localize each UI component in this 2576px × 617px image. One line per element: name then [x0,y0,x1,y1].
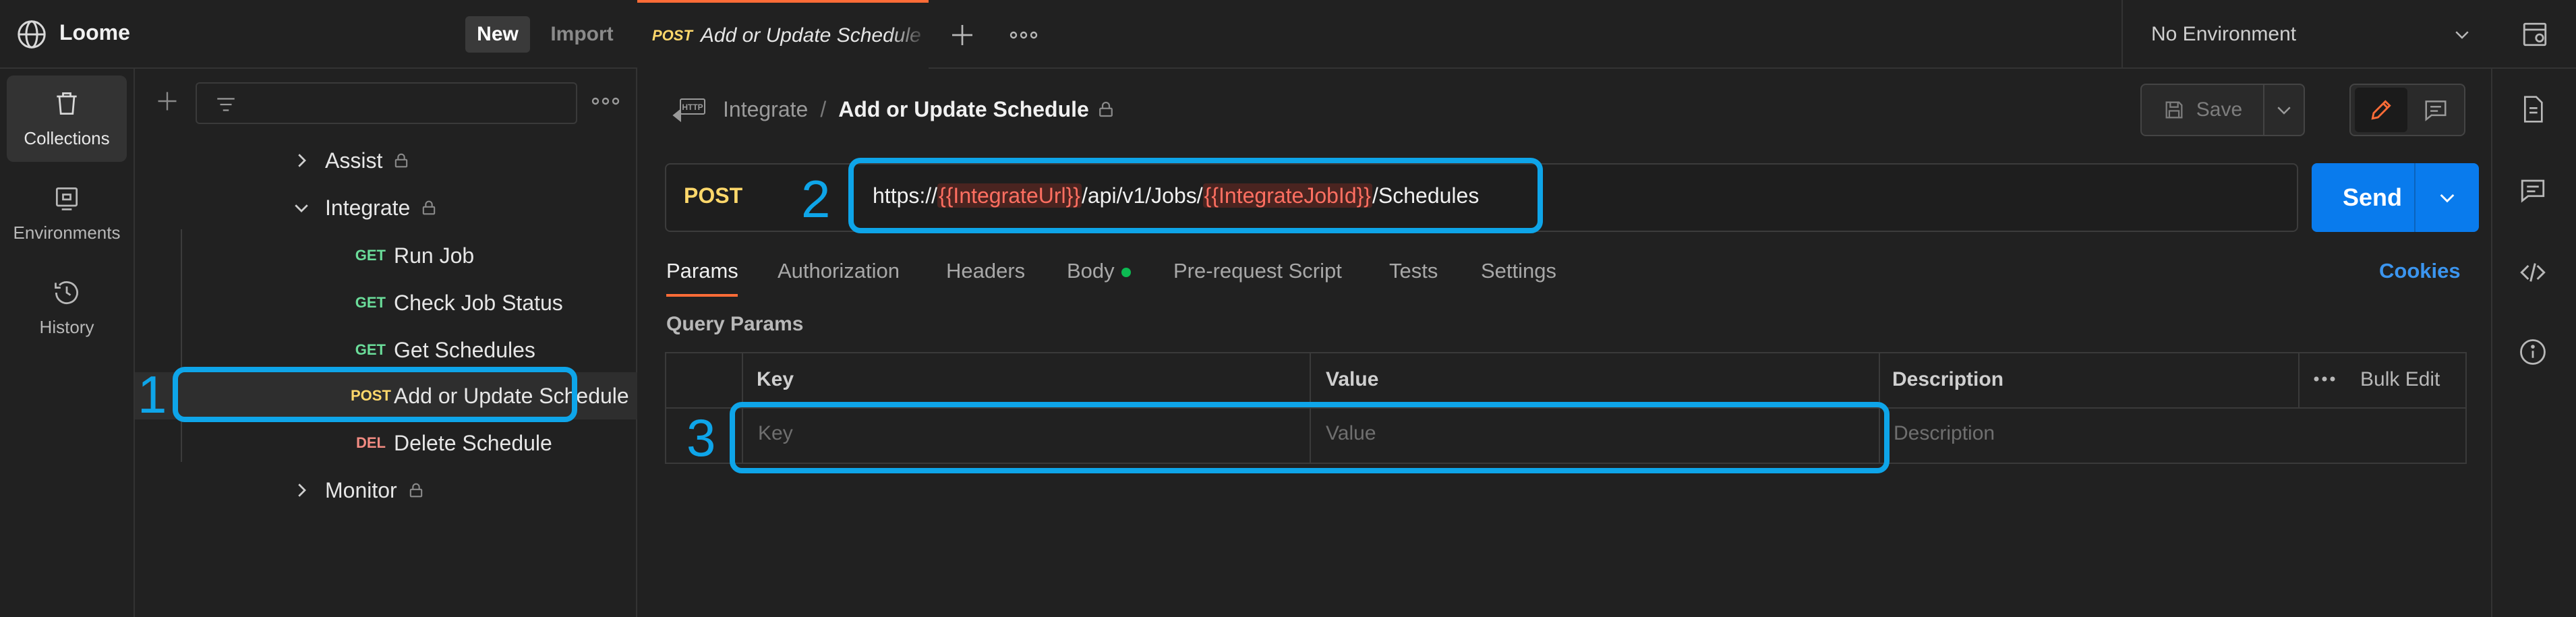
pencil-icon [2371,100,2391,120]
folder-monitor[interactable]: Monitor [135,467,637,514]
new-tab-icon[interactable] [947,20,977,50]
code-icon[interactable] [2517,256,2549,289]
tab-fade [888,3,929,69]
svg-text:HTTP: HTTP [682,102,703,112]
more-horizontal-icon[interactable] [2313,374,2336,384]
trash-can-icon [57,92,77,115]
comment-mode-icon[interactable] [2417,94,2455,125]
folder-integrate[interactable]: Integrate [135,184,637,231]
rail-label: Collections [24,127,110,148]
bulk-edit-link[interactable]: Bulk Edit [2360,368,2440,391]
request-name: Get Schedules [394,337,535,362]
breadcrumb-current[interactable]: Add or Update Schedule [838,97,1089,122]
save-label: Save [2196,98,2243,121]
more-horizontal-icon[interactable] [1009,28,1038,42]
request-run-job[interactable]: GET Run Job [135,232,637,279]
callout-number-3: 3 [686,408,716,467]
save-button[interactable]: Save [2140,84,2264,136]
column-header-description: Description [1892,368,2004,390]
lock-icon [409,483,422,498]
method-badge: GET [355,341,386,358]
request-name: Delete Schedule [394,430,552,455]
workspace-name[interactable]: Loome [59,20,130,45]
method-badge: GET [355,294,386,311]
callout-number-2: 2 [801,169,831,229]
comments-icon[interactable] [2517,174,2549,206]
chevron-down-icon [2277,107,2291,115]
breadcrumb-parent[interactable]: Integrate [723,97,808,122]
tab-add-or-update-schedule[interactable]: POST Add or Update Schedule [637,0,929,69]
cookies-link[interactable]: Cookies [2379,259,2461,283]
chevron-down-icon [2440,194,2455,203]
environment-icon [55,187,78,210]
callout-number-1: 1 [138,365,167,424]
section-title: Query Params [666,313,804,335]
tab-headers[interactable]: Headers [946,259,1025,283]
environment-quick-look-icon[interactable] [2519,19,2550,50]
folder-assist[interactable]: Assist [135,137,637,184]
filter-input[interactable] [196,82,577,124]
column-divider [2298,352,2300,407]
globe-icon [16,19,47,50]
rail-label: Environments [13,222,121,243]
chevron-down-icon [295,204,308,212]
import-button[interactable]: Import [539,16,624,53]
tab-pre-request-script[interactable]: Pre-request Script [1173,259,1342,283]
lock-icon [423,200,436,215]
tab-authorization[interactable]: Authorization [778,259,900,283]
rail-label: History [39,316,94,337]
callout-box-3 [730,402,1890,473]
edit-mode-button[interactable] [2355,88,2407,132]
status-dot [1121,267,1131,277]
rail-item-history[interactable]: History [7,264,127,351]
callout-box-2 [848,158,1543,233]
column-header-value: Value [1326,368,1379,390]
tab-params[interactable]: Params [666,259,738,283]
folder-name: Integrate [325,195,411,220]
lock-icon [395,153,408,168]
chevron-right-icon [298,154,306,167]
rail-item-collections[interactable]: Collections [7,76,127,162]
folder-name: Assist [325,148,383,173]
filter-icon [217,98,235,111]
tab-body-label: Body [1067,259,1115,283]
environment-select[interactable]: No Environment [2121,0,2499,69]
request-name: Check Job Status [394,290,563,315]
rail-item-environments[interactable]: Environments [7,170,127,256]
breadcrumb-separator: / [820,97,827,121]
callout-box-1 [173,367,577,422]
chevron-right-icon [298,483,306,497]
documentation-icon[interactable] [2517,93,2549,125]
history-icon [55,281,78,304]
description-input[interactable]: Description [1894,422,1995,445]
request-delete-schedule[interactable]: DEL Delete Schedule [135,419,637,467]
new-button[interactable]: New [465,16,530,53]
save-icon [2165,101,2183,119]
tab-settings[interactable]: Settings [1481,259,1556,283]
tab-tests[interactable]: Tests [1389,259,1438,283]
folder-name: Monitor [325,477,397,502]
send-dropdown-button[interactable] [2414,163,2479,232]
info-icon[interactable] [2517,336,2549,368]
chevron-down-icon[interactable] [2452,24,2472,45]
lock-icon [1095,98,1117,120]
plus-icon[interactable] [154,88,181,115]
tab-body[interactable]: Body [1067,259,1131,283]
request-check-job-status[interactable]: GET Check Job Status [135,279,637,326]
tab-method: POST [652,27,693,44]
http-icon: HTTP [670,94,708,128]
active-tab-underline [666,294,738,297]
method-select[interactable]: POST [684,183,742,208]
more-horizontal-icon[interactable] [591,94,620,108]
request-name: Run Job [394,243,475,268]
column-header-key: Key [757,368,794,390]
save-dropdown-button[interactable] [2263,84,2305,136]
breadcrumb: Integrate / Add or Update Schedule [723,97,1089,122]
method-badge: DEL [356,434,386,451]
method-badge: GET [355,247,386,264]
